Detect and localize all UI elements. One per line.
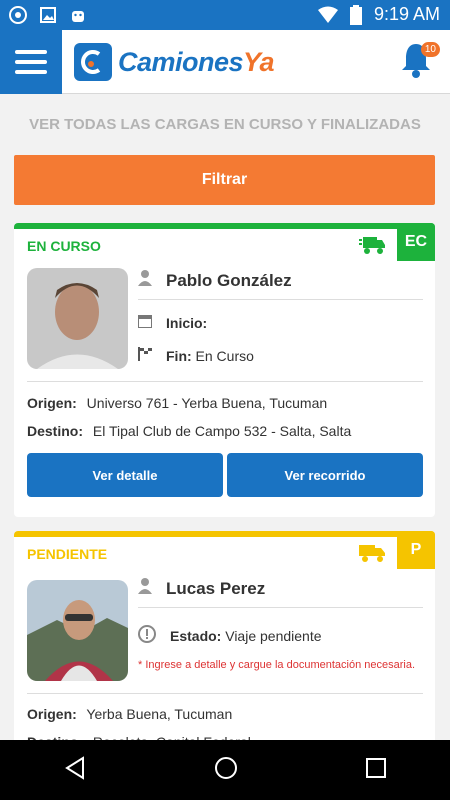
- status-label: EN CURSO: [27, 238, 101, 254]
- state-value: Viaje pendiente: [225, 627, 322, 644]
- end-label: Fin:: [166, 347, 192, 364]
- menu-button[interactable]: [0, 30, 62, 94]
- android-icon: [68, 5, 88, 25]
- origin-label: Origen:: [27, 706, 77, 722]
- view-detail-button[interactable]: Ver detalle: [27, 453, 223, 497]
- destination-label: Destino:: [27, 423, 83, 439]
- divider: [27, 381, 423, 382]
- driver-name-row: Lucas Perez: [138, 570, 423, 608]
- hamburger-icon: [15, 50, 47, 74]
- person-icon: [138, 270, 152, 291]
- view-route-button[interactable]: Ver recorrido: [227, 453, 423, 497]
- image-icon: [38, 5, 58, 25]
- recents-icon: [365, 757, 386, 778]
- logo-camiones: Camiones: [118, 46, 244, 77]
- status-bar: 9:19 AM: [0, 0, 450, 30]
- page-subtitle[interactable]: VER TODAS LAS CARGAS EN CURSO Y FINALIZA…: [0, 116, 450, 133]
- state-row: Estado: Viaje pendiente: [138, 625, 322, 646]
- home-button[interactable]: [214, 756, 238, 785]
- system-navigation-bar: [0, 740, 450, 800]
- recents-button[interactable]: [365, 757, 387, 784]
- app-bar: CamionesYa 10: [0, 30, 450, 94]
- origin-value: Yerba Buena, Tucuman: [86, 706, 233, 722]
- wifi-icon: [317, 5, 338, 25]
- cargo-card: PENDIENTE P Lucas Perez Estado: Viaje pe…: [14, 531, 435, 771]
- driver-photo: [27, 268, 128, 369]
- cargo-card: EN CURSO EC Pablo González Inicio: Fin: …: [14, 223, 435, 517]
- end-value: En Curso: [195, 347, 254, 364]
- start-label: Inicio:: [166, 314, 208, 331]
- driver-photo: [27, 580, 128, 681]
- app-logo: CamionesYa: [74, 43, 275, 81]
- whatsapp-icon: [8, 5, 28, 25]
- logo-wordmark: CamionesYa: [118, 46, 275, 78]
- battery-icon: [346, 4, 366, 25]
- destination-row: Destino: El Tipal Club de Campo 532 - Sa…: [27, 423, 351, 439]
- driver-name-row: Pablo González: [138, 262, 423, 300]
- calendar-icon: [137, 314, 153, 331]
- home-icon: [214, 756, 237, 779]
- notifications-button[interactable]: 10: [400, 42, 440, 82]
- destination-value: El Tipal Club de Campo 532 - Salta, Salt…: [92, 423, 352, 439]
- origin-value: Universo 761 - Yerba Buena, Tucuman: [86, 395, 328, 411]
- card-header: PENDIENTE P: [14, 531, 435, 569]
- status-label: PENDIENTE: [27, 546, 108, 562]
- state-label: Estado:: [170, 627, 222, 644]
- driver-name: Pablo González: [166, 270, 292, 290]
- notification-badge: 10: [420, 42, 440, 57]
- logo-mark: [74, 43, 112, 81]
- warning-text: * Ingrese a detalle y cargue la document…: [138, 659, 416, 671]
- origin-label: Origen:: [27, 395, 77, 411]
- start-row: Inicio:: [137, 314, 208, 331]
- truck-icon: [359, 543, 385, 568]
- person-icon: [138, 578, 152, 599]
- end-row: Fin: En Curso: [138, 347, 254, 364]
- alert-circle-icon: [138, 625, 156, 646]
- origin-row: Origen: Yerba Buena, Tucuman: [27, 706, 232, 722]
- clock: 9:19 AM: [373, 4, 440, 24]
- origin-row: Origen: Universo 761 - Yerba Buena, Tucu…: [27, 395, 327, 411]
- status-code-badge: EC: [397, 223, 435, 261]
- checkered-flag-icon: [138, 347, 152, 364]
- driver-name: Lucas Perez: [166, 578, 266, 598]
- status-code-badge: P: [397, 531, 435, 569]
- card-header: EN CURSO EC: [14, 223, 435, 261]
- back-icon: [65, 755, 85, 780]
- truck-icon: [359, 235, 385, 260]
- back-button[interactable]: [63, 755, 87, 785]
- logo-ya: Ya: [243, 46, 275, 77]
- filter-button[interactable]: Filtrar: [14, 155, 435, 205]
- divider: [27, 693, 423, 694]
